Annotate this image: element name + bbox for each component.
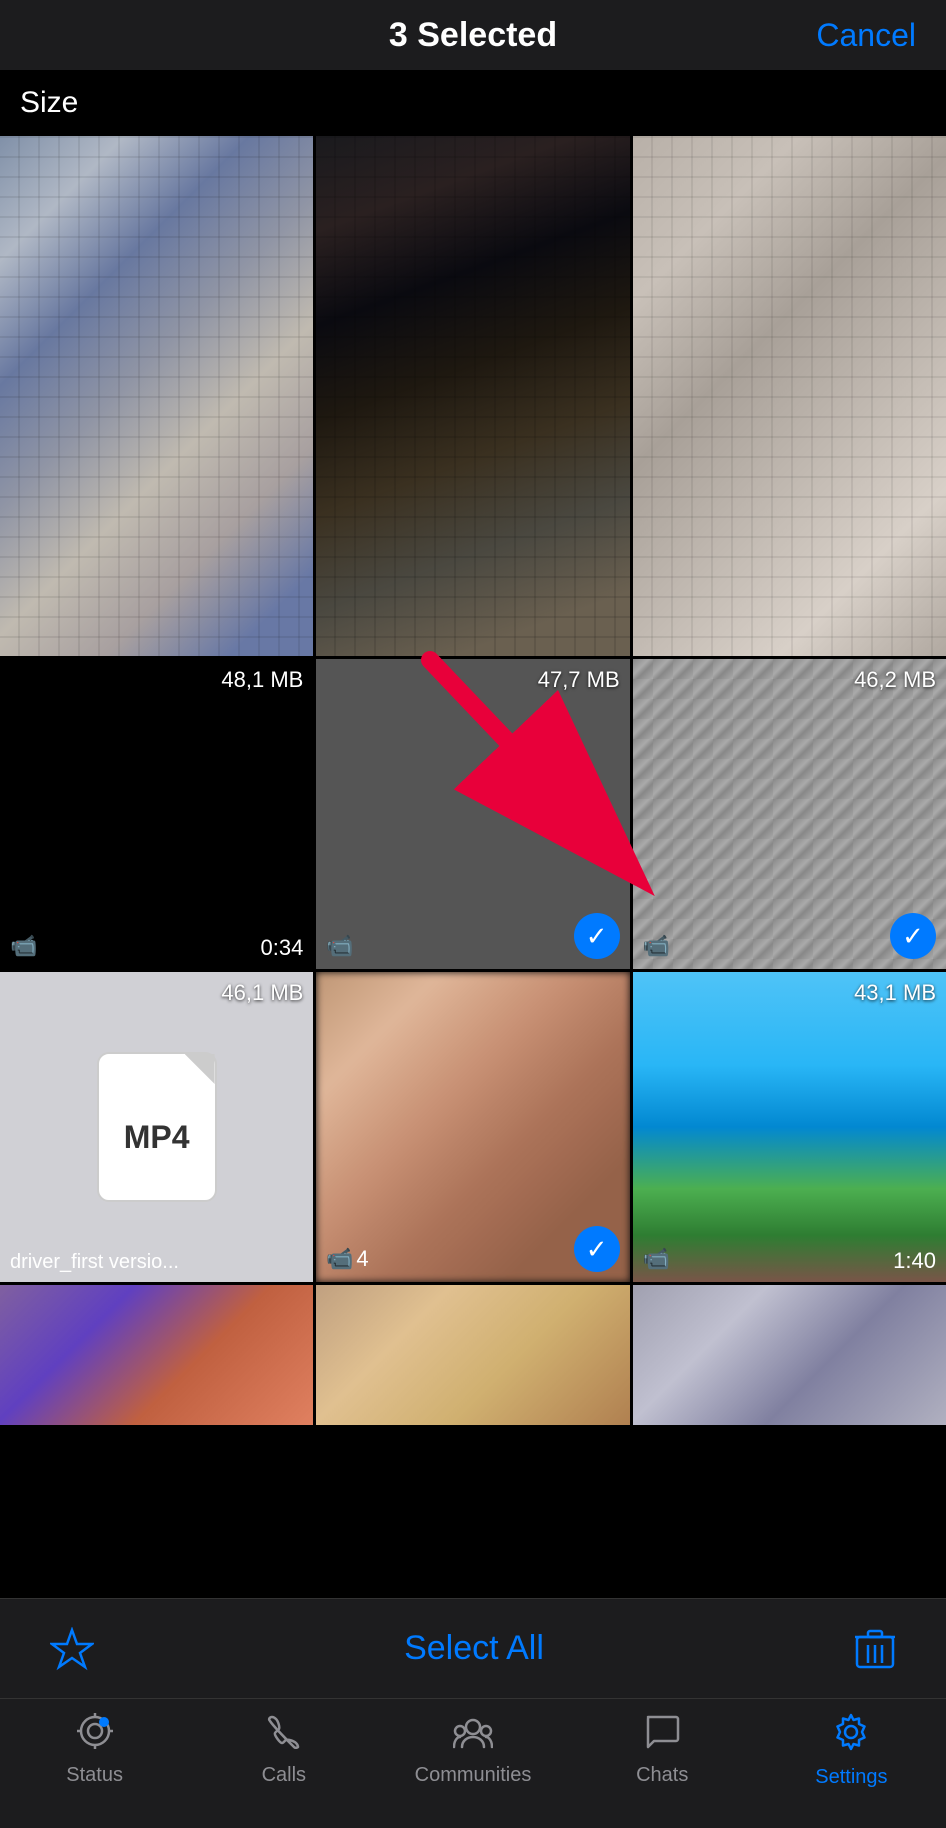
select-all-button[interactable]: Select All — [404, 1629, 544, 1668]
chats-icon — [644, 1713, 680, 1758]
tab-label-calls: Calls — [262, 1764, 306, 1787]
tab-item-settings[interactable]: Settings — [757, 1713, 946, 1789]
grid-cell-3-3[interactable]: 43,1 MB 📹 1:40 — [633, 972, 946, 1282]
header-title: 3 Selected — [389, 16, 557, 55]
video-icon-3-2: 📹 — [326, 1246, 353, 1272]
grid-row-2: 48,1 MB 📹 0:34 47,7 MB 📹 ✓ 46,2 MB 📹 ✓ — [0, 659, 946, 969]
grid-cell-4-3[interactable] — [633, 1285, 946, 1425]
video-icon-2-2: 📹 — [326, 933, 353, 959]
video-icon-2-1: 📹 — [10, 933, 37, 959]
tab-item-chats[interactable]: Chats — [568, 1713, 757, 1787]
grid-cell-4-1[interactable] — [0, 1285, 313, 1425]
cell-size-2-2: 47,7 MB — [538, 667, 620, 693]
calls-icon — [266, 1713, 302, 1758]
selection-toolbar: Select All — [0, 1598, 946, 1698]
grid-cell-2-2[interactable]: 47,7 MB 📹 ✓ — [316, 659, 629, 969]
grid-row-4 — [0, 1285, 946, 1425]
tab-item-calls[interactable]: Calls — [189, 1713, 378, 1787]
check-badge-3-2: ✓ — [574, 1226, 620, 1272]
grid-cell-3-2[interactable]: 📹 4 ✓ — [316, 972, 629, 1282]
grid-cell-2-1[interactable]: 48,1 MB 📹 0:34 — [0, 659, 313, 969]
cell-size-3-1: 46,1 MB — [221, 980, 303, 1006]
grid-row-1 — [0, 136, 946, 656]
grid-cell-1-2[interactable] — [316, 136, 629, 656]
cancel-button[interactable]: Cancel — [816, 17, 916, 54]
video-icon-3-3: 📹 — [643, 1246, 670, 1272]
cell-size-2-3: 46,2 MB — [854, 667, 936, 693]
cell-size-2-1: 48,1 MB — [221, 667, 303, 693]
communities-icon — [453, 1713, 493, 1758]
tab-label-chats: Chats — [636, 1764, 688, 1787]
cell-filename-3-1: driver_first versio... — [10, 1251, 303, 1274]
tab-label-status: Status — [66, 1764, 123, 1787]
mp4-file-icon: MP4 — [97, 1052, 217, 1202]
check-badge-2-3: ✓ — [890, 913, 936, 959]
cell-size-3-3: 43,1 MB — [854, 980, 936, 1006]
delete-button[interactable] — [854, 1627, 896, 1671]
tab-item-communities[interactable]: Communities — [378, 1713, 567, 1787]
grid-cell-3-1[interactable]: 46,1 MB MP4 driver_first versio... — [0, 972, 313, 1282]
cell-duration-3-2: 4 — [356, 1246, 368, 1272]
star-button[interactable] — [50, 1627, 94, 1671]
grid-cell-4-2[interactable] — [316, 1285, 629, 1425]
tab-bar: Status Calls Communities — [0, 1698, 946, 1828]
check-badge-2-2: ✓ — [574, 913, 620, 959]
video-icon-2-3: 📹 — [643, 933, 670, 959]
grid-cell-1-1[interactable] — [0, 136, 313, 656]
tab-item-status[interactable]: Status — [0, 1713, 189, 1787]
header: 3 Selected Cancel — [0, 0, 946, 70]
grid-cell-1-3[interactable] — [633, 136, 946, 656]
grid-row-3: 46,1 MB MP4 driver_first versio... 📹 4 ✓… — [0, 972, 946, 1282]
cell-duration-2-1: 0:34 — [261, 935, 304, 961]
status-icon — [77, 1713, 113, 1758]
settings-icon — [832, 1713, 870, 1760]
size-section-label: Size — [0, 70, 946, 136]
cell-duration-3-3: 1:40 — [893, 1248, 936, 1274]
tab-label-settings: Settings — [815, 1766, 887, 1789]
media-grid: 48,1 MB 📹 0:34 47,7 MB 📹 ✓ 46,2 MB 📹 ✓ 4… — [0, 136, 946, 1425]
tab-label-communities: Communities — [415, 1764, 532, 1787]
grid-cell-2-3[interactable]: 46,2 MB 📹 ✓ — [633, 659, 946, 969]
